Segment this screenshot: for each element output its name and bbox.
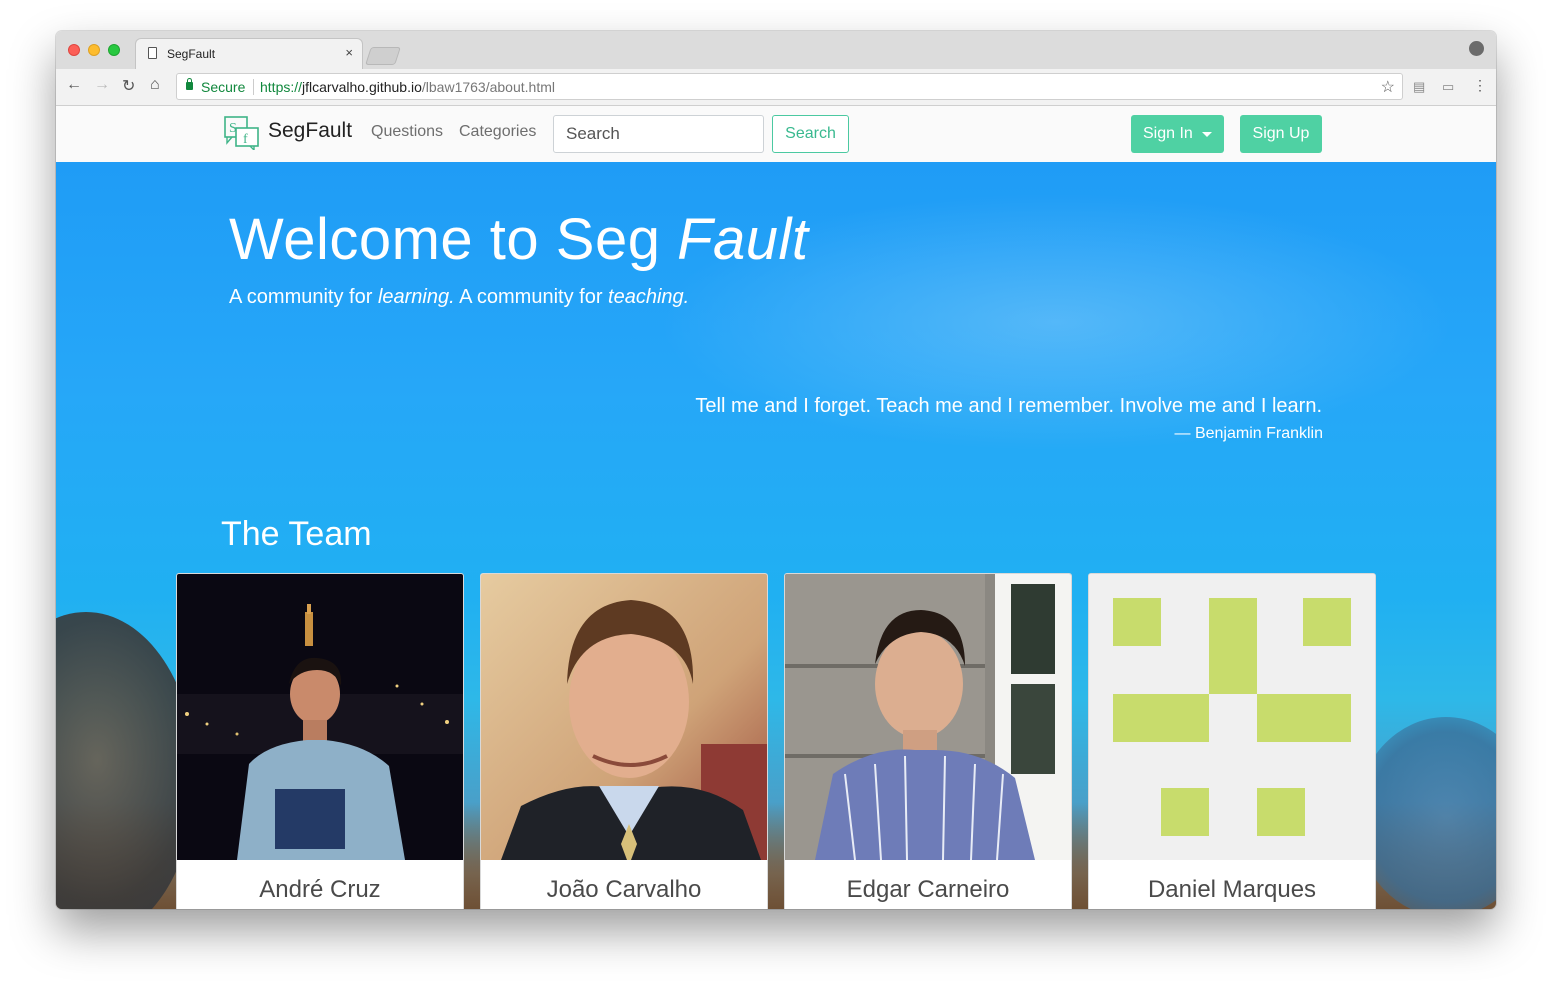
url-text[interactable]: https://jflcarvalho.github.io/lbaw1763/a…	[260, 79, 555, 95]
url-divider	[253, 79, 254, 95]
hero-title: Welcome to Seg Fault	[229, 206, 809, 273]
forward-icon[interactable]: →	[94, 76, 110, 94]
hero-title-italic: Fault	[677, 207, 809, 272]
brand-name[interactable]: SegFault	[268, 119, 352, 143]
subtitle-em-1: learning.	[377, 286, 455, 308]
hero-subtitle: A community for learning. A community fo…	[229, 286, 689, 309]
sign-in-dropdown-button[interactable]: Sign In	[1131, 115, 1224, 153]
landscape-hill-left	[56, 612, 196, 909]
reload-icon[interactable]: ↻	[122, 76, 135, 96]
url-path: /lbaw1763/about.html	[421, 79, 555, 95]
landscape-hill-right	[1356, 717, 1496, 909]
quote-author: — Benjamin Franklin	[1174, 425, 1324, 442]
new-tab-button[interactable]	[365, 47, 401, 65]
team-card[interactable]: André Cruz	[176, 573, 464, 909]
nav-link-categories[interactable]: Categories	[459, 123, 536, 141]
menu-kebab-icon[interactable]: ⋮	[1473, 77, 1487, 94]
search-button[interactable]: Search	[772, 115, 849, 153]
subtitle-em-2: teaching.	[608, 286, 690, 308]
secure-label: Secure	[201, 79, 246, 95]
sign-up-button[interactable]: Sign Up	[1240, 115, 1322, 153]
member-name: Edgar Carneiro	[846, 876, 1010, 903]
team-card[interactable]: Edgar Carneiro	[784, 573, 1072, 909]
zoom-window-button[interactable]	[108, 44, 120, 56]
home-icon[interactable]: ⌂	[150, 76, 160, 94]
sign-in-label: Sign In	[1143, 125, 1193, 142]
quote-text: Tell me and I forget. Teach me and I rem…	[695, 395, 1322, 417]
member-name: Daniel Marques	[1147, 876, 1317, 903]
url-host: jflcarvalho.github.io	[302, 79, 422, 95]
team-heading: The Team	[221, 515, 372, 553]
tab-strip: SegFault ×	[56, 31, 1496, 69]
profile-icon[interactable]	[1469, 41, 1484, 56]
search-input[interactable]	[553, 115, 764, 153]
member-name: João Carvalho	[546, 876, 702, 903]
nav-link-questions[interactable]: Questions	[371, 123, 443, 141]
minimize-window-button[interactable]	[88, 44, 100, 56]
close-window-button[interactable]	[68, 44, 80, 56]
team-photo-andre	[177, 574, 463, 860]
extension-icon[interactable]: ▤	[1413, 79, 1425, 95]
web-page: S f SegFault Questions Categories Search…	[56, 106, 1496, 909]
site-navbar: S f SegFault Questions Categories Search…	[56, 106, 1496, 163]
back-icon[interactable]: ←	[66, 76, 82, 94]
browser-window: SegFault × ← → ↻ ⌂ Secure https://jflcar…	[56, 31, 1496, 909]
team-photo-edgar	[785, 574, 1071, 860]
team-card[interactable]: Daniel Marques	[1088, 573, 1376, 909]
url-scheme: https://	[260, 79, 303, 95]
member-name: André Cruz	[259, 876, 381, 903]
browser-tab[interactable]: SegFault ×	[136, 39, 362, 69]
segfault-logo-icon[interactable]: S f	[224, 116, 260, 150]
team-photo-joao	[481, 574, 767, 860]
svg-text:f: f	[243, 132, 248, 147]
cast-icon[interactable]: ▭	[1442, 79, 1454, 95]
hero-title-plain: Welcome to Seg	[229, 207, 678, 272]
team-card[interactable]: João Carvalho	[480, 573, 768, 909]
tab-title: SegFault	[167, 47, 216, 61]
hero-section: Welcome to Seg Fault A community for lea…	[56, 162, 1496, 909]
bookmark-star-icon[interactable]: ☆	[1381, 77, 1395, 97]
browser-toolbar: ← → ↻ ⌂ Secure https://jflcarvalho.githu…	[56, 69, 1496, 106]
subtitle-part-2: A community for	[454, 286, 609, 308]
caret-down-icon	[1202, 132, 1212, 137]
team-identicon-daniel	[1089, 574, 1375, 860]
lock-icon	[186, 78, 193, 90]
subtitle-part-1: A community for	[229, 286, 378, 308]
address-bar[interactable]: Secure https://jflcarvalho.github.io/lba…	[176, 73, 1403, 100]
page-icon	[148, 47, 157, 59]
tab-close-icon[interactable]: ×	[345, 45, 353, 60]
